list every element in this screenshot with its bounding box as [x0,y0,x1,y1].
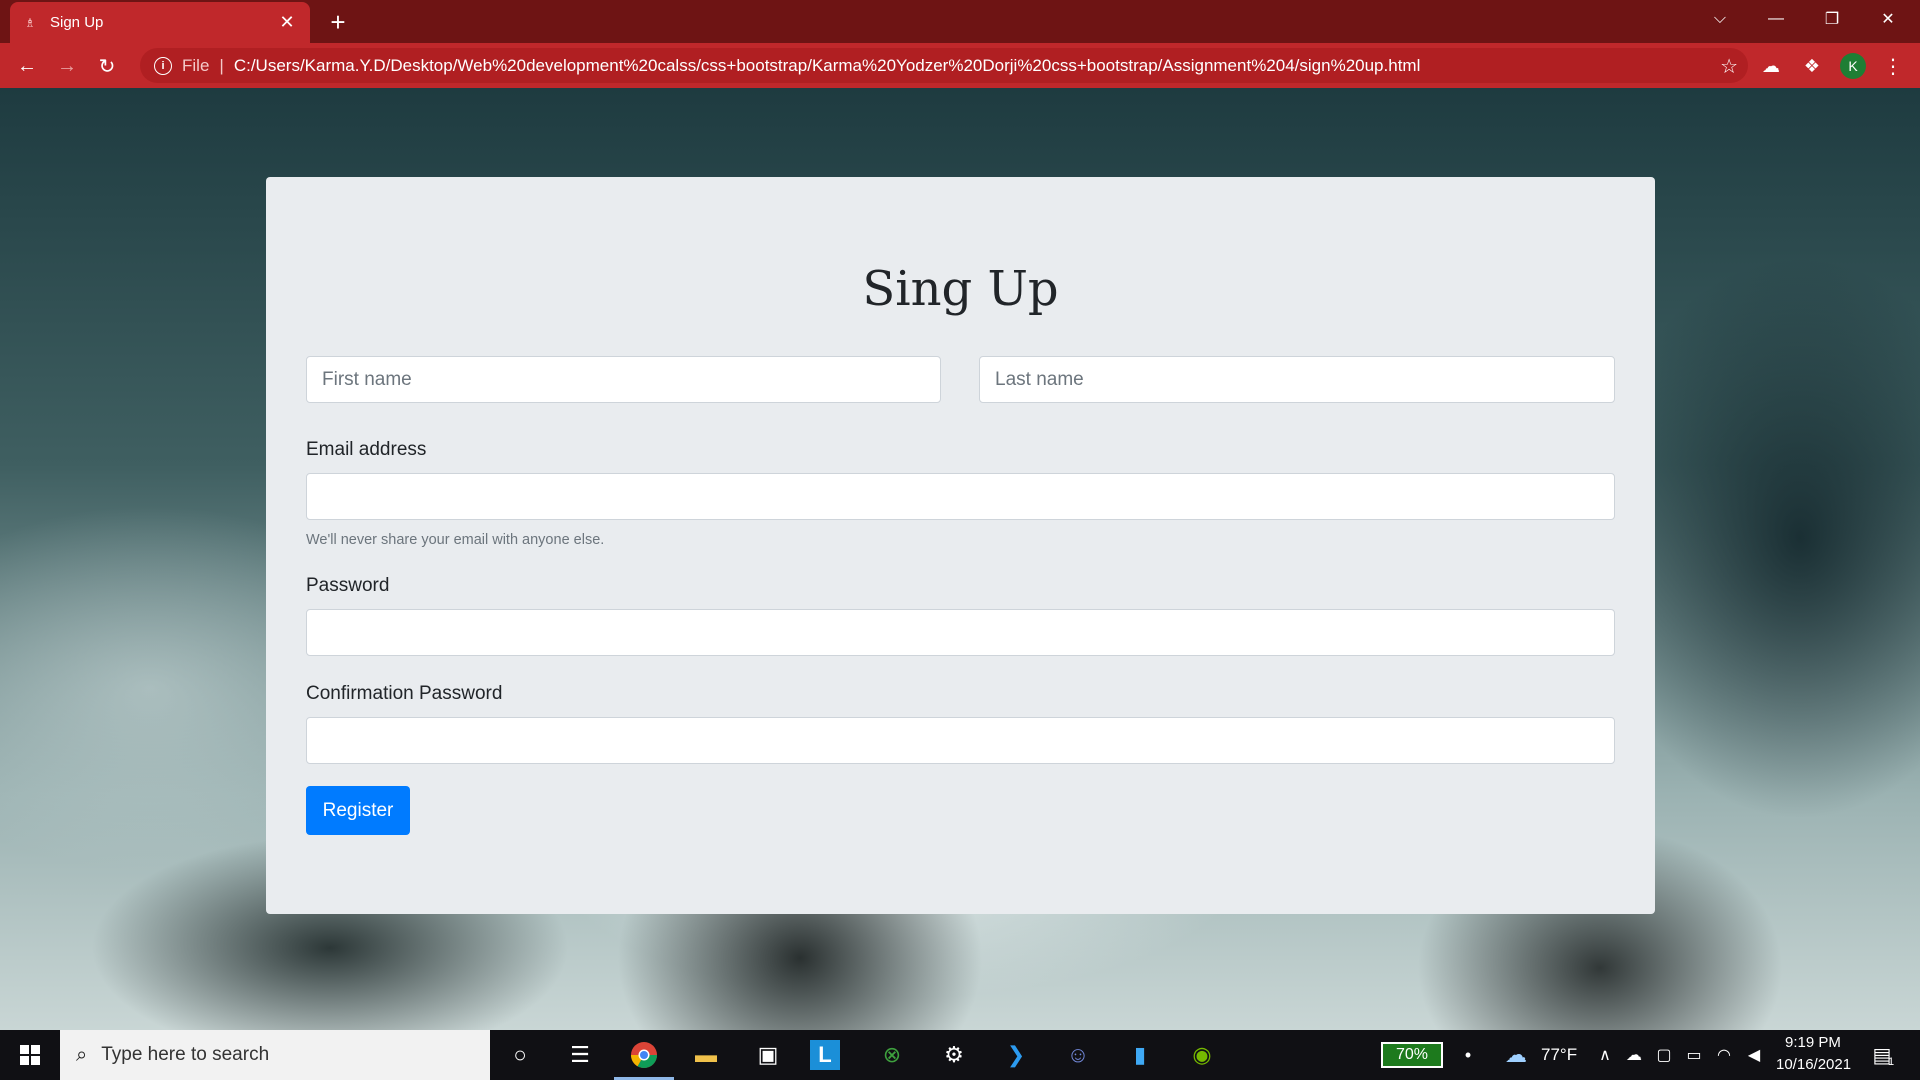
xbox-icon[interactable]: ⊗ [872,1037,912,1073]
microphone-icon[interactable]: • [1448,1037,1488,1073]
notification-center-icon[interactable]: ▤ [1862,1037,1902,1073]
l-app-icon[interactable]: L [810,1040,840,1070]
address-scheme-label: File [182,55,210,75]
chrome-icon[interactable] [614,1037,674,1080]
address-url[interactable]: C:/Users/Karma.Y.D/Desktop/Web%20develop… [234,56,1421,76]
address-separator: | [219,55,224,75]
page-background: Sing Up First name Last name Email addre… [0,88,1920,1030]
weather-temperature[interactable]: 77°F [1541,1045,1577,1065]
email-help-text: We'll never share your email with anyone… [306,532,605,548]
microsoft-store-icon[interactable]: ▣ [748,1037,788,1073]
confirm-password-label: Confirmation Password [306,683,503,704]
tab-title: Sign Up [50,14,104,31]
close-window-button[interactable]: ✕ [1860,0,1916,38]
extension-cloud-icon[interactable]: ☁ [1754,49,1788,83]
phone-app-icon[interactable]: ▮ [1120,1037,1160,1073]
taskbar-search-box[interactable]: ⌕ Type here to search [60,1030,490,1080]
close-tab-icon[interactable]: ✕ [276,12,298,34]
bookmark-star-icon[interactable]: ☆ [1720,54,1738,79]
cortana-icon[interactable]: ○ [500,1037,540,1073]
first-name-input[interactable]: First name [306,356,941,403]
browser-tab[interactable]: ♗ Sign Up ✕ [10,2,310,43]
reload-icon[interactable]: ↻ [90,49,124,83]
search-icon: ⌕ [76,1043,88,1066]
chrome-logo-icon [630,1042,658,1069]
battery-indicator[interactable]: 70% [1381,1042,1443,1068]
site-info-icon[interactable]: i [154,56,172,75]
search-placeholder: Type here to search [101,1044,270,1065]
password-field[interactable] [306,609,1615,656]
tab-search-icon[interactable]: ⌵ [1692,0,1748,38]
address-bar[interactable]: i File | C:/Users/Karma.Y.D/Desktop/Web%… [140,48,1748,83]
new-tab-button[interactable]: + [322,6,354,38]
weather-cloud-icon[interactable]: ☁ [1496,1037,1536,1073]
windows-taskbar: ⌕ Type here to search ○ ☰ ▬ ▣ L ⊗ ⚙ ❯ ☺ … [0,1030,1920,1080]
notification-count: 1 [1888,1056,1895,1068]
volume-icon[interactable]: ◀ [1734,1037,1774,1073]
signup-card: Sing Up First name Last name Email addre… [266,177,1655,914]
minimize-button[interactable]: — [1748,0,1804,38]
email-label: Email address [306,439,427,460]
restore-button[interactable]: ❐ [1804,0,1860,38]
last-name-placeholder: Last name [995,368,1084,390]
confirm-password-field[interactable] [306,717,1615,764]
browser-menu-icon[interactable]: ⋮ [1876,49,1910,83]
browser-tab-strip: ♗ Sign Up ✕ + ⌵ — ❐ ✕ [0,0,1920,43]
vscode-icon[interactable]: ❯ [996,1037,1036,1073]
first-name-placeholder: First name [322,368,412,390]
nvidia-icon[interactable]: ◉ [1182,1037,1222,1073]
clock-time[interactable]: 9:19 PM [1785,1034,1841,1051]
last-name-input[interactable]: Last name [979,356,1615,403]
file-explorer-icon[interactable]: ▬ [686,1037,726,1073]
forward-arrow-icon[interactable]: → [50,49,84,83]
email-field[interactable] [306,473,1615,520]
clock-date[interactable]: 10/16/2021 [1776,1056,1851,1073]
page-title: Sing Up [862,261,1059,317]
extensions-puzzle-icon[interactable]: ❖ [1795,49,1829,83]
discord-icon[interactable]: ☺ [1058,1037,1098,1073]
start-button[interactable] [0,1030,60,1080]
browser-toolbar: ← → ↻ i File | C:/Users/Karma.Y.D/Deskto… [0,43,1920,88]
task-view-icon[interactable]: ☰ [560,1037,600,1073]
profile-avatar[interactable]: K [1840,53,1866,79]
steam-icon[interactable]: ⚙ [934,1037,974,1073]
windows-logo-icon [20,1045,40,1065]
password-label: Password [306,575,390,596]
register-button[interactable]: Register [306,786,410,835]
back-arrow-icon[interactable]: ← [10,49,44,83]
page-favicon-icon: ♗ [24,15,36,30]
